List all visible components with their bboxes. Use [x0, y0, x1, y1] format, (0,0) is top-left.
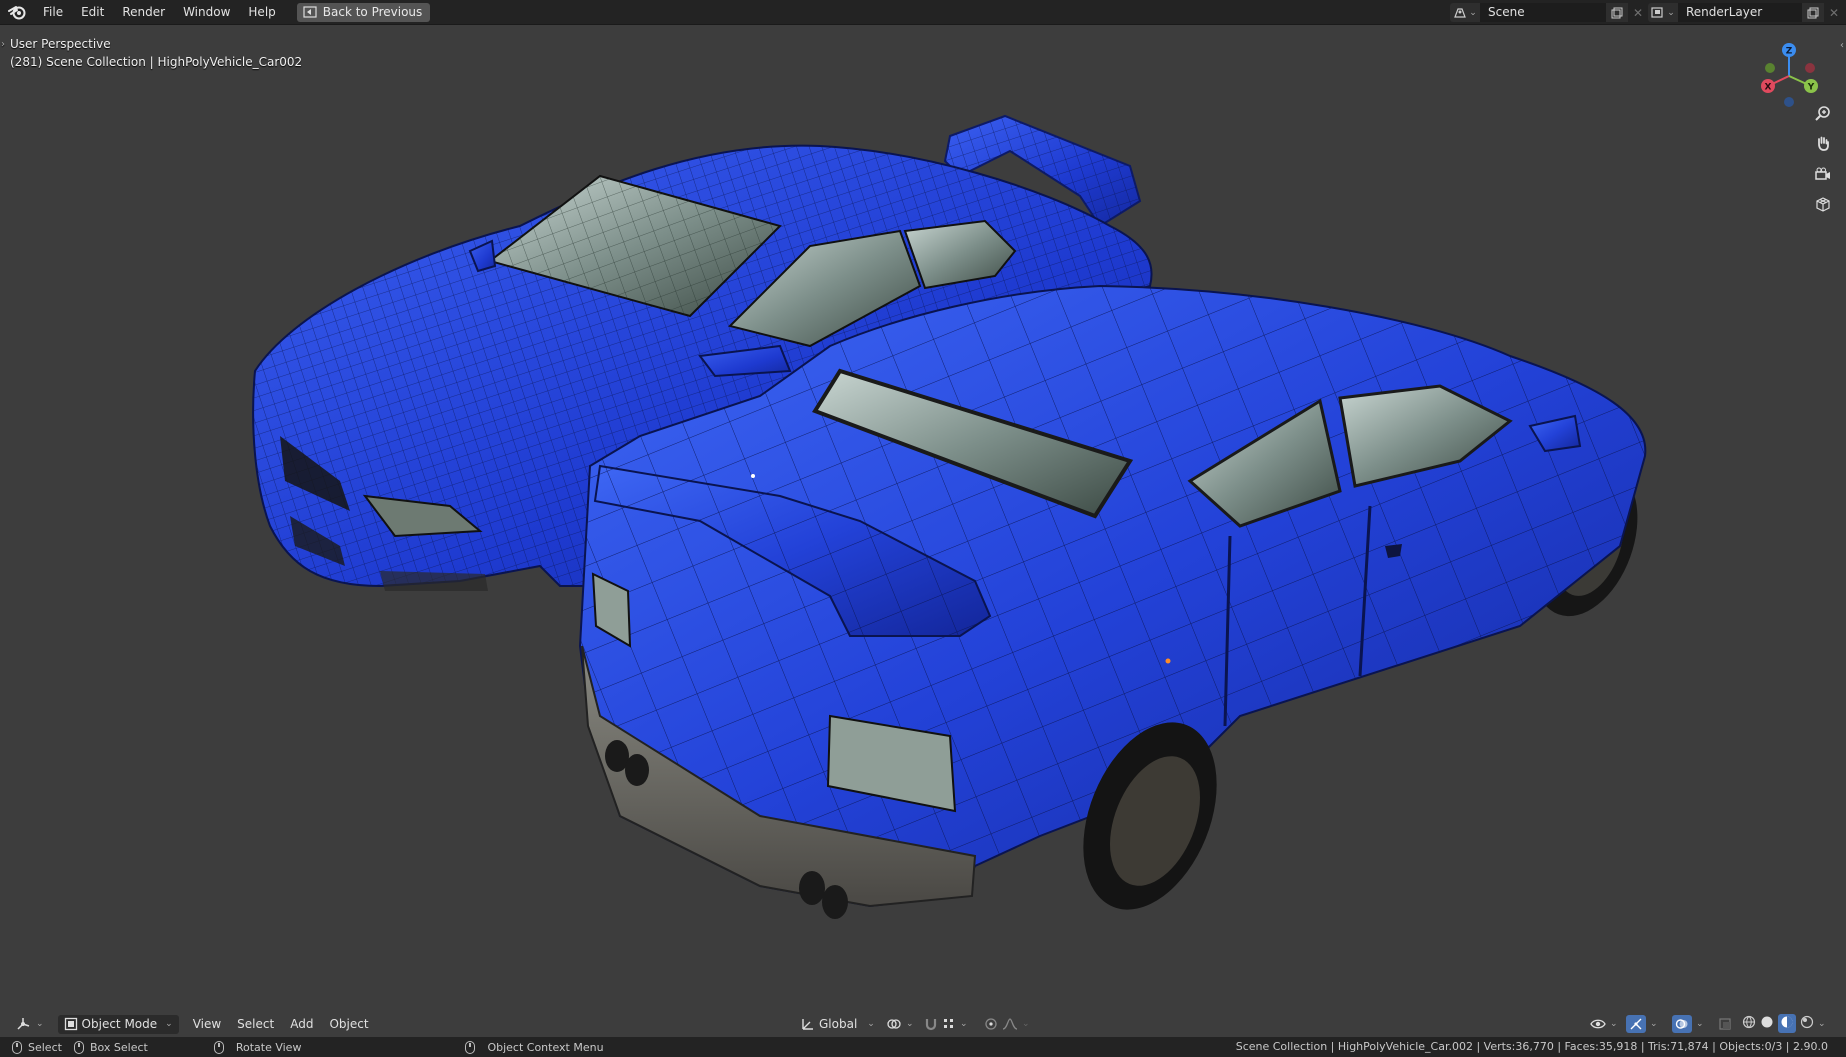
status-rotate-view-label: Rotate View [235, 1040, 302, 1054]
overlays-icon [1675, 1019, 1688, 1029]
chevron-down-icon: ⌄ [1696, 1019, 1704, 1029]
close-icon[interactable]: ✕ [1824, 3, 1844, 22]
chevron-down-icon: ⌄ [36, 1019, 44, 1029]
falloff-icon [1002, 1018, 1018, 1030]
scene-selector[interactable]: ⌄ Scene ✕ [1450, 3, 1648, 22]
orientation-icon [802, 1019, 813, 1030]
blender-logo-icon[interactable] [0, 0, 34, 25]
menu-edit[interactable]: Edit [72, 0, 113, 25]
proportional-editing-toggle[interactable]: ⌄ [978, 1015, 1036, 1034]
status-bar: Select Box Select Rotate View Object Con… [0, 1037, 1846, 1057]
pivot-icon [887, 1019, 901, 1029]
chevron-down-icon: ⌄ [1667, 7, 1675, 18]
snap-increment-icon [944, 1019, 953, 1028]
object-mode-label: Object Mode [81, 1017, 158, 1031]
view-layer-selector[interactable]: ⌄ RenderLayer ✕ [1648, 3, 1844, 22]
copy-icon [1611, 7, 1623, 18]
mouse-middle-icon [213, 1040, 224, 1054]
scene-statistics: Scene Collection | HighPolyVehicle_Car.0… [1235, 1040, 1828, 1053]
perspective-label: User Perspective [10, 37, 111, 51]
object-mode-icon [64, 1017, 77, 1031]
zoom-icon[interactable] [1810, 100, 1836, 126]
xray-icon [1719, 1018, 1731, 1030]
status-rotate-view: Rotate View [213, 1040, 302, 1054]
scene-browse-button[interactable]: ⌄ [1450, 3, 1480, 22]
viewport-info: › User Perspective (281) Scene Collectio… [1, 35, 303, 71]
chevron-down-icon[interactable]: ⌄ [1818, 1019, 1826, 1029]
top-bar: File Edit Render Window Help Back to Pre… [0, 0, 1846, 25]
z-axis-label: Z [1786, 47, 1793, 57]
chevron-down-icon: ⌄ [1469, 7, 1477, 18]
chevron-down-icon: ⌄ [867, 1019, 875, 1029]
overlays-toggle[interactable]: ⌄ [1666, 1015, 1710, 1034]
mouse-drag-icon [73, 1040, 84, 1054]
transform-orientation-dropdown[interactable]: Global ⌄ [795, 1015, 881, 1034]
collection-label: (281) Scene Collection | HighPolyVehicle… [10, 55, 303, 69]
menu-render[interactable]: Render [113, 0, 174, 25]
new-scene-button[interactable] [1606, 3, 1628, 22]
pan-hand-icon[interactable] [1810, 130, 1836, 156]
gizmo-toggle[interactable]: ⌄ [1620, 1015, 1664, 1034]
mouse-right-icon [465, 1040, 476, 1054]
3d-viewport[interactable]: › User Perspective (281) Scene Collectio… [0, 26, 1846, 1026]
chevron-down-icon: ⌄ [1022, 1019, 1030, 1029]
render-layer-field[interactable]: RenderLayer [1678, 3, 1802, 22]
chevron-right-icon[interactable]: › [1, 36, 5, 54]
view-layer-browse-button[interactable]: ⌄ [1648, 3, 1678, 22]
chevron-down-icon: ⌄ [165, 1019, 173, 1029]
viewport-scene [252, 114, 1647, 919]
chevron-down-icon: ⌄ [906, 1019, 914, 1029]
close-icon[interactable]: ✕ [1628, 3, 1648, 22]
3d-viewport-icon [17, 1018, 30, 1030]
menu-add[interactable]: Add [282, 1015, 321, 1034]
proportional-edit-icon [985, 1018, 997, 1030]
snap-toggle[interactable]: ⌄ [918, 1015, 974, 1034]
mouse-left-icon [12, 1040, 22, 1054]
x-axis-label: X [1765, 83, 1772, 93]
menu-view[interactable]: View [185, 1015, 229, 1034]
visibility-dropdown[interactable]: ⌄ [1584, 1015, 1624, 1034]
menu-help[interactable]: Help [239, 0, 284, 25]
magnet-icon [925, 1019, 937, 1031]
eye-icon [1590, 1019, 1606, 1029]
solid-shading-icon[interactable] [1760, 1015, 1774, 1032]
scene-icon [1454, 8, 1467, 18]
menu-select[interactable]: Select [229, 1015, 282, 1034]
back-button-label: Back to Previous [322, 5, 423, 19]
new-render-layer-button[interactable] [1802, 3, 1824, 22]
viewport-header: ⌄ Object Mode ⌄ View Select Add Object G… [0, 1011, 1846, 1037]
object-mode-dropdown[interactable]: Object Mode ⌄ [57, 1014, 179, 1034]
pivot-point-dropdown[interactable]: ⌄ [880, 1015, 920, 1034]
y-axis-label: Y [1807, 83, 1815, 93]
status-select: Select [12, 1040, 62, 1054]
ortho-grid-icon[interactable] [1810, 191, 1836, 217]
editor-type-button[interactable]: ⌄ [10, 1015, 50, 1034]
shading-mode-group: ⌄ [1742, 1014, 1826, 1033]
menu-object[interactable]: Object [321, 1015, 376, 1034]
rendered-shading-icon[interactable] [1800, 1015, 1814, 1032]
status-box-select-label: Box Select [89, 1040, 148, 1054]
menu-file[interactable]: File [34, 0, 72, 25]
status-context-menu: Object Context Menu [465, 1040, 604, 1054]
chevron-left-icon[interactable]: ‹ [1840, 40, 1844, 51]
menu-window[interactable]: Window [174, 0, 239, 25]
navigation-gizmo[interactable]: Z X Y [1754, 38, 1824, 110]
back-icon [303, 6, 317, 18]
chevron-down-icon: ⌄ [960, 1019, 968, 1029]
orientation-label: Global [819, 1017, 858, 1031]
camera-view-icon[interactable] [1810, 161, 1836, 187]
chevron-down-icon: ⌄ [1610, 1019, 1618, 1029]
render-layer-icon [1651, 7, 1663, 18]
wireframe-shading-icon[interactable] [1742, 1015, 1756, 1032]
status-box-select: Box Select [73, 1040, 148, 1054]
gizmo-icon [1630, 1018, 1642, 1030]
status-select-label: Select [28, 1040, 62, 1054]
scene-name-field[interactable]: Scene [1480, 3, 1606, 22]
xray-toggle[interactable] [1712, 1015, 1738, 1034]
copy-icon [1807, 7, 1819, 18]
material-preview-shading-icon[interactable] [1778, 1014, 1796, 1033]
chevron-down-icon: ⌄ [1650, 1019, 1658, 1029]
back-to-previous-button[interactable]: Back to Previous [296, 2, 431, 22]
status-context-menu-label: Object Context Menu [487, 1040, 604, 1054]
